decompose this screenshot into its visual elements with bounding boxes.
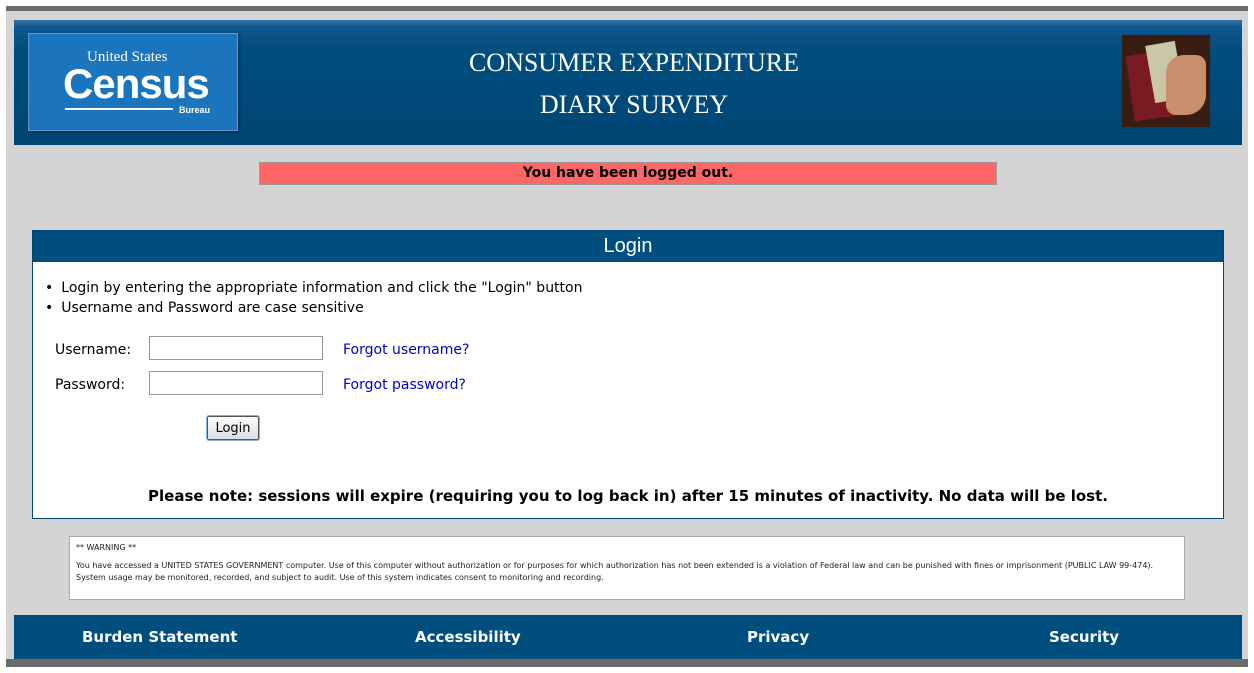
session-expiry-note: Please note: sessions will expire (requi… xyxy=(148,487,1108,505)
logo-bureau: Bureau xyxy=(179,105,211,115)
wallet-money-photo xyxy=(1122,35,1210,127)
page-title: CONSUMER EXPENDITURE DIARY SURVEY xyxy=(314,42,954,126)
footer-bar: Burden Statement Accessibility Privacy S… xyxy=(14,615,1242,659)
instruction-item: Login by entering the appropriate inform… xyxy=(45,278,582,298)
password-label: Password: xyxy=(55,377,126,393)
instruction-item: Username and Password are case sensitive xyxy=(45,298,582,318)
header-banner: United States Census Bureau CONSUMER EXP… xyxy=(14,20,1242,145)
forgot-password-link[interactable]: Forgot password? xyxy=(343,377,466,393)
hand-shape xyxy=(1166,55,1206,115)
login-panel: Login Login by entering the appropriate … xyxy=(32,230,1224,519)
footer-link-burden-statement[interactable]: Burden Statement xyxy=(82,628,237,646)
login-button[interactable]: Login xyxy=(206,415,260,441)
footer-link-privacy[interactable]: Privacy xyxy=(747,628,809,646)
footer-link-security[interactable]: Security xyxy=(1049,628,1119,646)
login-instructions: Login by entering the appropriate inform… xyxy=(45,278,582,318)
warning-title: ** WARNING ** xyxy=(76,543,137,552)
census-bureau-logo[interactable]: United States Census Bureau xyxy=(28,33,238,131)
footer-link-accessibility[interactable]: Accessibility xyxy=(415,628,521,646)
username-label: Username: xyxy=(55,342,132,358)
title-line-2: DIARY SURVEY xyxy=(539,90,729,119)
warning-box: ** WARNING ** You have accessed a UNITED… xyxy=(69,536,1185,600)
logo-census: Census xyxy=(63,60,210,107)
warning-text: You have accessed a UNITED STATES GOVERN… xyxy=(76,561,1154,582)
title-line-1: CONSUMER EXPENDITURE xyxy=(468,48,800,77)
logout-alert: You have been logged out. xyxy=(259,162,997,185)
logo-underline xyxy=(65,108,173,110)
login-heading: Login xyxy=(33,231,1223,262)
password-input[interactable] xyxy=(149,371,323,395)
forgot-username-link[interactable]: Forgot username? xyxy=(343,342,469,358)
username-input[interactable] xyxy=(149,336,323,360)
